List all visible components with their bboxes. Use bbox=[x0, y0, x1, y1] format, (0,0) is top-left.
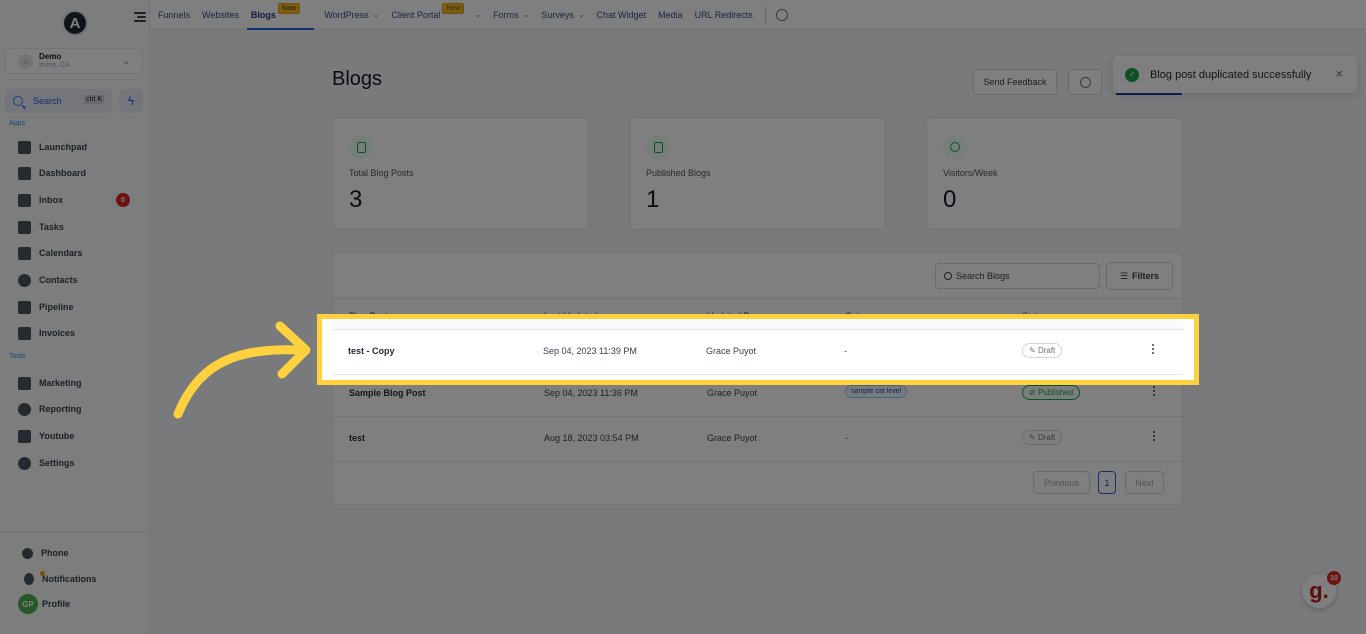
blog-post-name[interactable]: test - Copy bbox=[348, 346, 395, 356]
table-row-highlighted[interactable]: test - Copy Sep 04, 2023 11:39 PM Grace … bbox=[332, 329, 1183, 375]
more-options-icon[interactable] bbox=[1152, 344, 1156, 356]
status-badge: ✎ Draft bbox=[1022, 343, 1063, 358]
annotation-arrow bbox=[173, 321, 311, 419]
status-label: Draft bbox=[1037, 346, 1056, 355]
highlight-frame: test - Copy Sep 04, 2023 11:39 PM Grace … bbox=[317, 314, 1199, 385]
table-header-strip bbox=[332, 319, 1183, 329]
updated-by: Grace Puyot bbox=[706, 346, 757, 356]
arrow-shaft bbox=[173, 345, 305, 419]
category: - bbox=[844, 346, 847, 356]
last-updated: Sep 04, 2023 11:39 PM bbox=[543, 346, 637, 356]
